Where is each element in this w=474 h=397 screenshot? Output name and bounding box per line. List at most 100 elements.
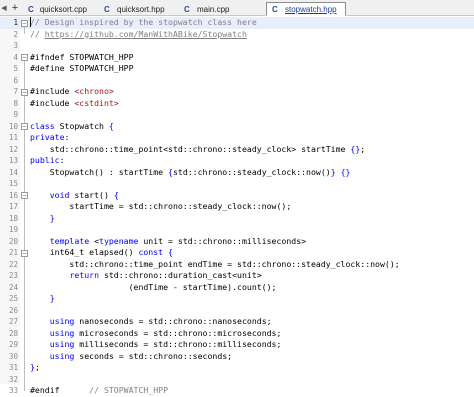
code-line[interactable]: 13 public:	[0, 155, 474, 167]
line-number: 11	[8, 133, 18, 142]
code-line[interactable]: 1 // Design inspired by the stopwatch cla…	[0, 17, 474, 29]
fold-toggle-icon[interactable]: −	[21, 88, 28, 96]
tab-main-cpp[interactable]: C main.cpp	[178, 2, 256, 15]
tab-stopwatch-hpp[interactable]: C stopwatch.hpp	[266, 2, 346, 16]
fold-toggle-icon[interactable]: −	[21, 19, 28, 27]
code-text: using milliseconds = std::chrono::millis…	[49, 339, 282, 349]
line-number: 25	[8, 294, 18, 303]
fold-toggle-icon[interactable]: −	[21, 249, 28, 257]
fold-guide	[24, 26, 25, 34]
line-number: 18	[8, 213, 18, 223]
code-text: using microseconds = std::chrono::micros…	[49, 327, 282, 338]
code-line[interactable]: 4 #ifndef STOPWATCH_HPP	[0, 52, 474, 64]
fold-guide	[24, 95, 25, 103]
code-text: };	[30, 362, 40, 372]
code-line[interactable]: 30 using seconds = std::chrono::seconds;	[0, 351, 474, 363]
tab-label: main.cpp	[197, 4, 230, 14]
tab-quicksort-hpp[interactable]: C quicksort.hpp	[98, 2, 174, 15]
code-line[interactable]: 18 }	[0, 213, 474, 225]
code-line[interactable]: 29 using milliseconds = std::chrono::mil…	[0, 339, 474, 351]
code-text: std::chrono::time_point endTime = std::c…	[30, 258, 400, 269]
line-number: 12	[8, 144, 18, 154]
code-line[interactable]: 25 }	[0, 293, 474, 305]
line-number: 32	[8, 374, 18, 384]
code-line[interactable]: 2 // https://github.com/ManWithABike/Stop…	[0, 29, 474, 41]
tab-scroll-left-icon[interactable]: ◀	[0, 0, 8, 15]
code-line[interactable]: 3	[0, 40, 474, 52]
code-text: return std::chrono::duration_cast<unit>	[69, 270, 262, 280]
tab-bar: ◀ + C quicksort.cpp C quicksort.hpp C ma…	[0, 0, 474, 16]
code-line[interactable]: 28 using microseconds = std::chrono::mic…	[0, 328, 474, 340]
code-text: #include <chrono>	[30, 86, 114, 96]
code-line[interactable]: 33 #endif // STOPWATCH_HPP	[0, 385, 474, 397]
line-number: 21	[8, 248, 18, 257]
code-line[interactable]: 5 #define STOPWATCH_HPP	[0, 63, 474, 75]
new-tab-button[interactable]: +	[8, 0, 22, 15]
code-line[interactable]: 23 return std::chrono::duration_cast<uni…	[0, 270, 474, 282]
line-number: 22	[8, 259, 18, 269]
code-line[interactable]: 24 (endTime - startTime).count();	[0, 282, 474, 294]
code-line[interactable]: 9	[0, 109, 474, 121]
code-text: template <typename unit = std::chrono::m…	[49, 235, 307, 246]
code-line[interactable]: 6	[0, 75, 474, 87]
fold-toggle-icon[interactable]: −	[21, 123, 28, 130]
code-line[interactable]: 22 std::chrono::time_point endTime = std…	[0, 259, 474, 271]
fold-guide	[24, 256, 25, 299]
code-line[interactable]: 10 class Stopwatch {	[0, 121, 474, 133]
line-number: 2	[13, 29, 18, 39]
code-text: startTime = std::chrono::steady_clock::n…	[30, 201, 292, 211]
line-number: 23	[8, 271, 18, 280]
line-number: 19	[8, 225, 18, 234]
code-line[interactable]: 19	[0, 224, 474, 236]
code-text: #ifndef STOPWATCH_HPP	[30, 51, 134, 62]
code-line[interactable]: 26	[0, 305, 474, 317]
code-text: }	[49, 293, 55, 303]
code-line[interactable]: 15	[0, 178, 474, 190]
code-text: class Stopwatch {	[30, 120, 114, 131]
code-line[interactable]: 20 template <typename unit = std::chrono…	[0, 236, 474, 248]
code-text: }	[49, 212, 55, 223]
code-text: public:	[30, 155, 65, 165]
line-number: 1	[13, 18, 18, 27]
line-number: 30	[8, 351, 18, 361]
code-line[interactable]: 14 Stopwatch() : startTime {std::chrono:…	[0, 167, 474, 179]
cpp-file-icon: C	[28, 4, 34, 14]
line-number: 13	[8, 156, 18, 165]
cpp-file-icon: C	[184, 4, 190, 14]
fold-guide	[24, 199, 25, 218]
line-number: 33	[8, 386, 18, 395]
code-line[interactable]: 8 #include <cstdint>	[0, 98, 474, 110]
line-number: 3	[13, 41, 18, 50]
code-line[interactable]: 7 #include <chrono>	[0, 86, 474, 98]
code-line[interactable]: 17 startTime = std::chrono::steady_clock…	[0, 201, 474, 213]
line-number: 17	[8, 202, 18, 211]
fold-toggle-icon[interactable]: −	[21, 54, 28, 61]
line-number: 15	[8, 179, 18, 188]
code-text: // Design inspired by the stopwatch clas…	[30, 17, 257, 27]
line-number: 24	[8, 282, 18, 292]
fold-toggle-icon[interactable]: −	[21, 192, 28, 199]
code-line[interactable]: 27 using nanoseconds = std::chrono::nano…	[0, 316, 474, 328]
line-number: 16	[8, 190, 18, 200]
line-number: 26	[8, 305, 18, 315]
code-line[interactable]: 32	[0, 374, 474, 386]
code-line[interactable]: 12 std::chrono::time_point<std::chrono::…	[0, 144, 474, 156]
code-line[interactable]: 11 private:	[0, 132, 474, 144]
text-cursor	[30, 17, 31, 27]
line-number: 27	[8, 317, 18, 326]
tab-quicksort-cpp[interactable]: C quicksort.cpp	[22, 2, 94, 15]
code-text: using nanoseconds = std::chrono::nanosec…	[49, 316, 272, 326]
code-line[interactable]: 31};	[0, 362, 474, 374]
line-number: 5	[13, 64, 18, 73]
line-number: 20	[8, 236, 18, 246]
line-number: 7	[13, 87, 18, 96]
code-line[interactable]: 16 void start() {	[0, 190, 474, 202]
code-text: using seconds = std::chrono::seconds;	[49, 350, 233, 361]
code-text: #define STOPWATCH_HPP	[30, 63, 134, 73]
code-editor[interactable]: 1 // Design inspired by the stopwatch cla…	[0, 16, 474, 395]
code-line[interactable]: 21 int64_t elapsed() const {	[0, 247, 474, 259]
line-number: 10	[8, 121, 18, 131]
tab-label: quicksort.cpp	[39, 4, 87, 14]
line-number: 31	[8, 363, 18, 372]
line-number: 6	[13, 75, 18, 85]
